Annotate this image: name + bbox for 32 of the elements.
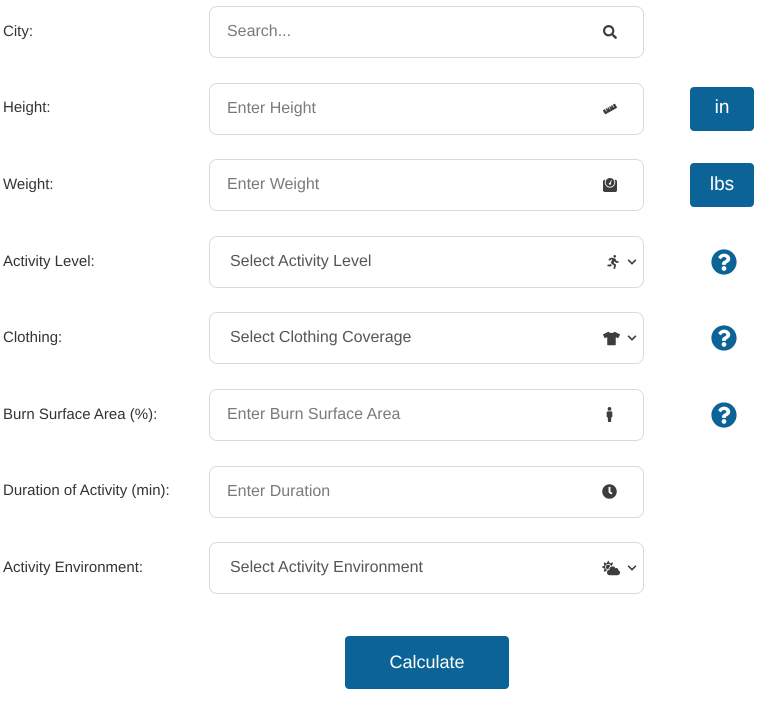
field-label: Clothing:: [3, 328, 64, 348]
field-label: Duration of Activity (min):: [3, 481, 171, 502]
unit-button[interactable]: lbs: [690, 163, 754, 208]
help-icon[interactable]: [711, 325, 737, 352]
dropdown[interactable]: Select Activity Environment: [209, 542, 644, 594]
input-field[interactable]: Enter Height: [209, 82, 644, 135]
dropdown[interactable]: Select Clothing Coverage: [209, 312, 644, 364]
search-icon: [603, 25, 617, 39]
chevron-down-icon: [627, 563, 637, 574]
help-icon[interactable]: [711, 402, 737, 428]
running-person-icon: [606, 254, 620, 269]
input-field[interactable]: Enter Duration: [209, 466, 644, 518]
input-field[interactable]: Search...: [209, 6, 644, 58]
chevron-down-icon: [627, 256, 637, 267]
input-field[interactable]: Enter Burn Surface Area: [209, 388, 644, 441]
clock-icon: [602, 484, 617, 500]
t-shirt-icon: [603, 330, 620, 347]
field-label: Burn Surface Area (%):: [3, 404, 158, 425]
unit-button[interactable]: in: [690, 86, 754, 131]
chevron-down-icon: [627, 333, 637, 344]
field-label: Activity Level:: [3, 252, 96, 272]
ruler-icon: [603, 102, 617, 116]
field-label: City:: [3, 22, 34, 42]
field-label: Weight:: [3, 174, 55, 195]
calculate-button[interactable]: Calculate: [345, 636, 509, 690]
help-icon[interactable]: [711, 248, 737, 275]
sun-cloud-icon: [602, 559, 620, 578]
field-label: Activity Environment:: [3, 558, 144, 578]
scale-icon: [603, 178, 617, 192]
field-label: Height:: [3, 98, 52, 118]
input-field[interactable]: Enter Weight: [209, 159, 644, 212]
dropdown[interactable]: Select Activity Level: [209, 236, 644, 288]
